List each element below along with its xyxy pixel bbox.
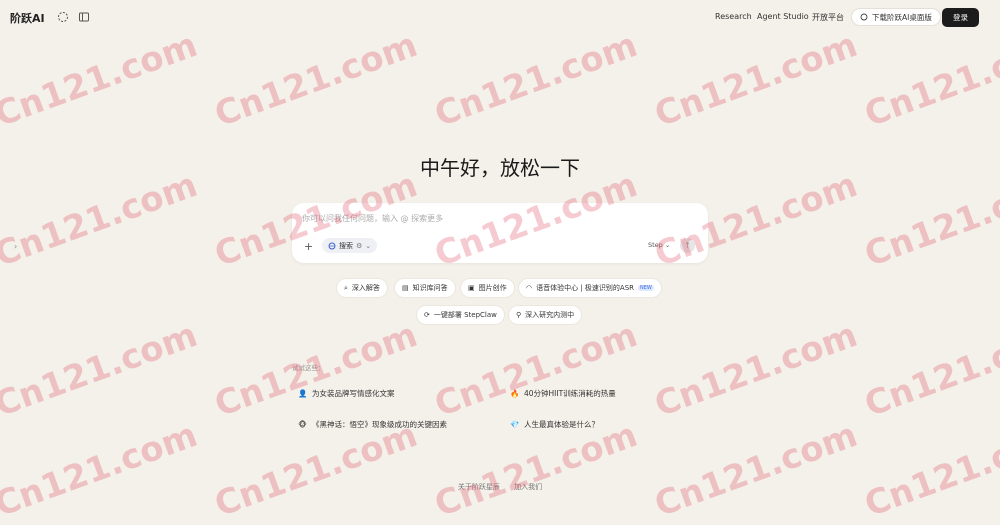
fire-icon: 🔥 (510, 389, 520, 398)
new-chat-icon[interactable] (56, 10, 70, 24)
action-label: 图片创作 (478, 284, 507, 292)
action-label: 知识库问答 (412, 284, 448, 292)
action-label: 深入研究内测中 (525, 311, 575, 319)
nav-open-platform[interactable]: 开放平台 (812, 12, 844, 23)
action-knowledge-qa[interactable]: ▤ 知识库问答 (394, 278, 456, 298)
book-icon: ▤ (402, 284, 409, 292)
new-badge: NEW (638, 285, 654, 291)
download-desktop-button[interactable]: 下载阶跃AI桌面版 (851, 8, 941, 26)
watermark: Cn121.com (859, 314, 1000, 426)
watermark: Cn121.com (859, 164, 1000, 276)
settings-icon: ⚙ (356, 241, 363, 250)
nav-agent-studio[interactable]: Agent Studio (757, 12, 809, 21)
watermark: Cn121.com (649, 24, 863, 136)
suggestion-item[interactable]: 👤 为女装品牌写情感化文案 (298, 388, 395, 399)
suggestion-label: 《黑神话：悟空》现象级成功的关键因素 (312, 420, 447, 429)
watermark: Cn121.com (0, 24, 203, 136)
suggestion-item[interactable]: 🐵 《黑神话：悟空》现象级成功的关键因素 (298, 419, 447, 430)
action-label: 深入解答 (351, 284, 380, 292)
action-image-create[interactable]: ▣ 图片创作 (460, 278, 515, 298)
action-deep-answer[interactable]: ⌕ 深入解答 (336, 278, 388, 298)
action-label: 一键部署 StepClaw (433, 311, 497, 319)
watermark: Cn121.com (209, 414, 423, 525)
footer-join-link[interactable]: 加入我们 (514, 483, 542, 491)
action-voice-center[interactable]: ◠ 语音体验中心 | 极速识别的ASR NEW (518, 278, 662, 298)
gem-icon: 💎 (510, 420, 520, 429)
watermark: Cn121.com (429, 414, 643, 525)
chevron-down-icon: ⌄ (365, 241, 372, 250)
deploy-icon: ⟳ (424, 311, 430, 319)
login-button[interactable]: 登录 (942, 8, 979, 27)
model-label: Step (648, 241, 663, 249)
search-icon: ⌕ (344, 283, 348, 292)
chat-input[interactable]: 你可以问我任何问题，输入 @ 探索更多 (302, 213, 443, 224)
model-select[interactable]: Step ⌄ (648, 241, 670, 249)
suggestion-label: 人生最真体验是什么？ (524, 420, 599, 429)
brand-logo[interactable]: 阶跃AI (10, 10, 45, 26)
suggestion-label: 40分钟HIIT训练消耗的热量 (524, 389, 616, 398)
watermark: Cn121.com (0, 164, 203, 276)
suggestion-item[interactable]: 🔥 40分钟HIIT训练消耗的热量 (510, 388, 616, 399)
watermark: Cn121.com (859, 414, 1000, 525)
watermark: Cn121.com (649, 414, 863, 525)
action-label: 语音体验中心 | 极速识别的ASR (536, 284, 635, 292)
headphones-icon: ◠ (526, 284, 533, 292)
watermark: Cn121.com (649, 314, 863, 426)
send-button[interactable]: ↑ (680, 238, 695, 253)
image-icon: ▣ (468, 284, 475, 292)
suggestion-label: 为女装品牌写情感化文案 (312, 389, 395, 398)
suggestions-label: 试试这些： (292, 364, 325, 372)
chevron-down-icon: ⌄ (664, 241, 671, 249)
monkey-icon: 🐵 (298, 420, 307, 429)
research-icon: ⚲ (516, 311, 522, 319)
top-bar: 阶跃AI Research Agent Studio 开放平台 下载阶跃AI桌面… (0, 0, 1000, 34)
greeting-title: 中午好，放松一下 (420, 156, 580, 180)
search-toggle[interactable]: 搜索 ⚙ ⌄ (322, 238, 378, 253)
watermark: Cn121.com (0, 414, 203, 525)
nav-research[interactable]: Research (715, 12, 752, 21)
watermark: Cn121.com (859, 24, 1000, 136)
download-desktop-label: 下载阶跃AI桌面版 (872, 12, 932, 22)
watermark: Cn121.com (209, 24, 423, 136)
action-deep-research[interactable]: ⚲ 深入研究内测中 (508, 305, 583, 325)
footer: 关于阶跃星辰 加入我们 (0, 482, 1000, 492)
plus-icon[interactable]: + (304, 240, 313, 253)
sidebar-toggle-icon[interactable] (77, 10, 91, 24)
globe-icon (328, 242, 336, 249)
search-label: 搜索 (339, 241, 353, 250)
footer-about-link[interactable]: 关于阶跃星辰 (458, 483, 500, 491)
desktop-icon (860, 13, 868, 21)
watermark: Cn121.com (429, 24, 643, 136)
watermark: Cn121.com (429, 314, 643, 426)
chat-composer[interactable]: 你可以问我任何问题，输入 @ 探索更多 + 搜索 ⚙ ⌄ Step ⌄ ↑ (292, 203, 708, 263)
suggestion-item[interactable]: 💎 人生最真体验是什么？ (510, 419, 599, 430)
person-icon: 👤 (298, 389, 308, 398)
action-deploy-stepclaw[interactable]: ⟳ 一键部署 StepClaw (416, 305, 505, 325)
watermark: Cn121.com (0, 314, 203, 426)
sidebar-handle-icon[interactable]: › (14, 242, 17, 251)
